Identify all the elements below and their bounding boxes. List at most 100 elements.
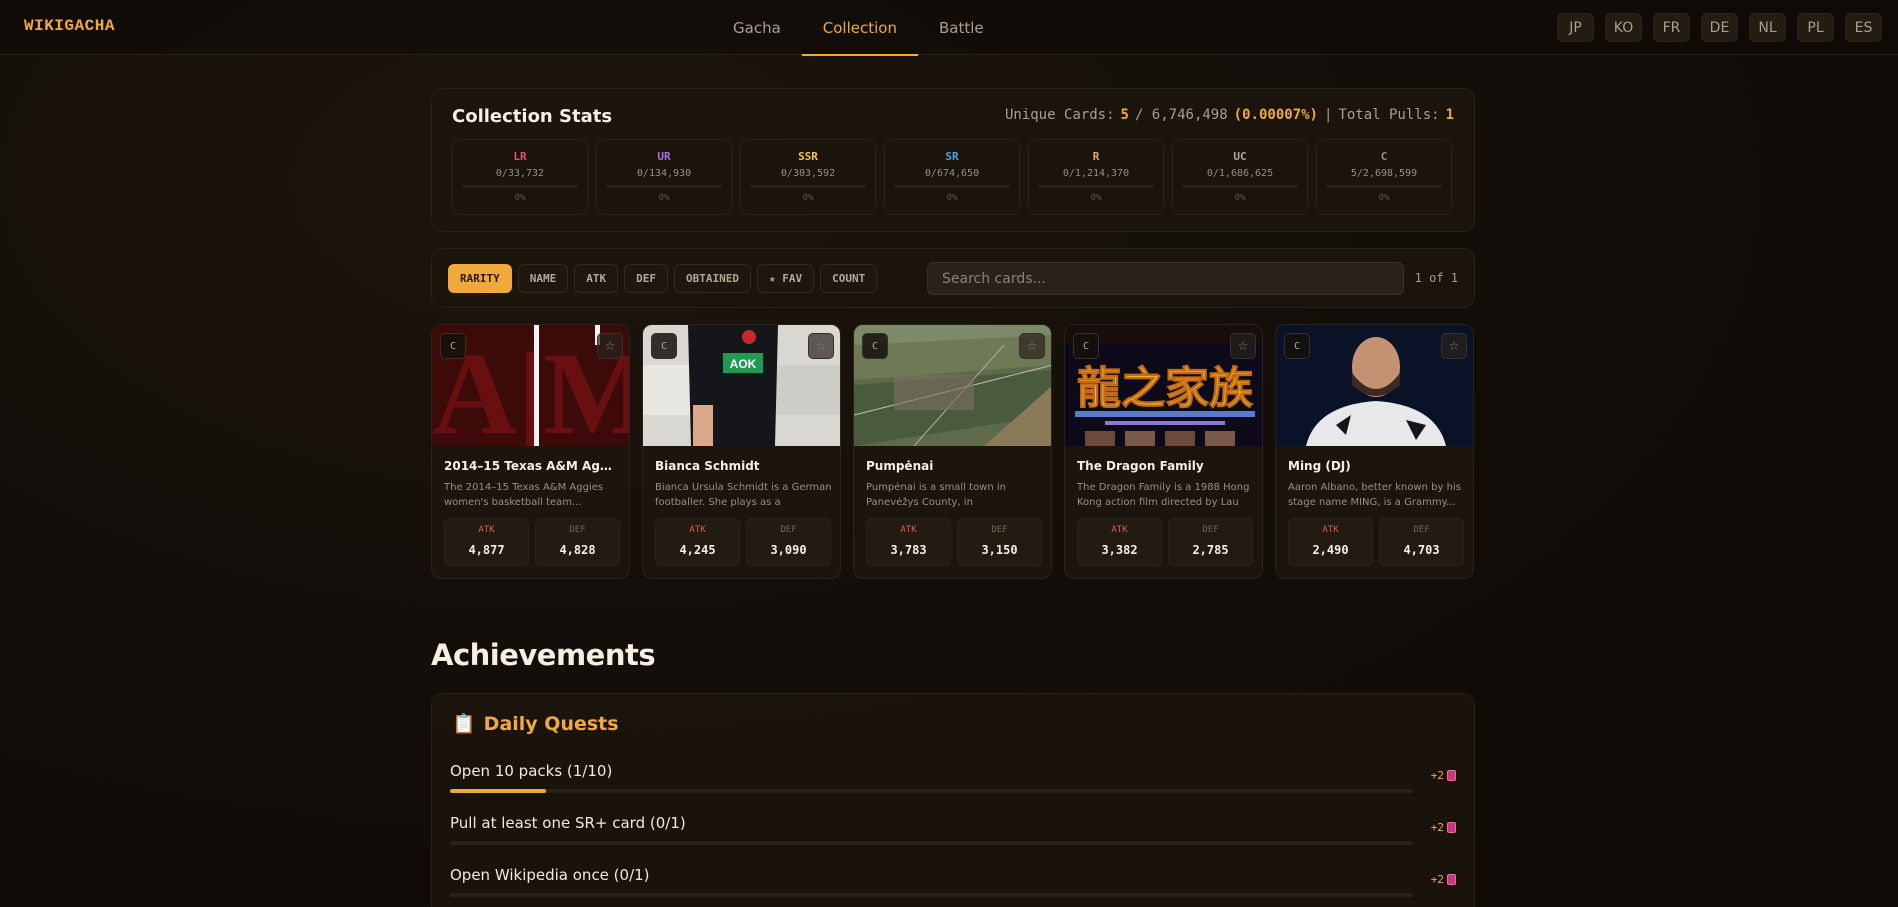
atk-value: 2,490	[1312, 543, 1349, 557]
lang-button-nl[interactable]: NL	[1749, 13, 1786, 42]
unique-owned: 5	[1120, 107, 1129, 123]
sort-atk-button[interactable]: ATK	[574, 264, 619, 293]
achievements-heading: Achievements	[431, 638, 656, 672]
card-image: 龍之家族 C ☆	[1065, 325, 1262, 446]
card-description: The Dragon Family is a 1988 Hong Kong ac…	[1077, 482, 1250, 508]
rarity-box: SR 0/674,650 0%	[884, 139, 1020, 215]
rarity-badge: C	[1284, 333, 1310, 359]
rarity-percent: 0%	[514, 193, 526, 203]
nav-tabs: Gacha Collection Battle	[712, 0, 1005, 56]
rarity-name: SSR	[798, 150, 818, 163]
favorite-star-icon[interactable]: ☆	[597, 333, 623, 359]
tab-battle[interactable]: Battle	[918, 0, 1005, 55]
favorite-star-icon[interactable]: ☆	[1230, 333, 1256, 359]
atk-stat: ATK 4,245	[655, 518, 740, 566]
sort-count-button[interactable]: COUNT	[820, 264, 878, 293]
collection-card[interactable]: C ☆ Pumpėnai Pumpėnai is a small town in…	[853, 324, 1052, 579]
def-label: DEF	[1202, 525, 1219, 535]
card-description: The 2014–15 Texas A&M Aggies women's bas…	[444, 482, 604, 508]
collection-card[interactable]: A|M C ☆ 2014–15 Texas A&M Aggies ... The…	[431, 324, 630, 579]
lang-button-fr[interactable]: FR	[1653, 13, 1690, 42]
atk-label: ATK	[900, 525, 917, 535]
atk-label: ATK	[478, 525, 495, 535]
filter-fav-button[interactable]: ★ FAV	[756, 264, 815, 293]
sort-name-button[interactable]: NAME	[517, 264, 569, 293]
def-stat: DEF 4,703	[1379, 518, 1464, 566]
rarity-progress-bar	[1182, 185, 1298, 188]
lang-button-ko[interactable]: KO	[1605, 13, 1642, 42]
rarity-name: UR	[657, 150, 671, 163]
sort-obtained-button[interactable]: OBTAINED	[674, 264, 751, 293]
atk-stat: ATK 4,877	[444, 518, 529, 566]
rarity-grid: LR 0/33,732 0% UR 0/134,930 0% SSR 0/303…	[452, 139, 1452, 215]
rarity-box: LR 0/33,732 0%	[452, 139, 588, 215]
favorite-star-icon[interactable]: ☆	[808, 333, 834, 359]
rarity-name: UC	[1233, 150, 1247, 163]
collection-card[interactable]: 龍之家族 C ☆ The Dragon Family The Dragon Fa…	[1064, 324, 1263, 579]
atk-value: 4,245	[679, 543, 716, 557]
card-title: Ming (DJ)	[1288, 459, 1351, 473]
favorite-star-icon[interactable]: ☆	[1019, 333, 1045, 359]
clipboard-icon: 📋	[452, 713, 476, 735]
quest-item: Open Wikipedia once (0/1) +2	[450, 866, 1456, 907]
page-info: 1 of 1	[1414, 271, 1458, 285]
rarity-name: C	[1380, 150, 1388, 163]
sort-rarity-button[interactable]: RARITY	[448, 264, 512, 293]
collection-card[interactable]: C ☆ Ming (DJ) Aaron Albano, better known…	[1275, 324, 1474, 579]
favorite-star-icon[interactable]: ☆	[1441, 333, 1467, 359]
lang-button-pl[interactable]: PL	[1797, 13, 1834, 42]
rarity-count: 5/2,698,599	[1350, 168, 1418, 179]
rarity-progress-bar	[462, 185, 578, 188]
quest-progress-bar	[450, 893, 1413, 897]
rarity-badge: C	[651, 333, 677, 359]
card-grid: A|M C ☆ 2014–15 Texas A&M Aggies ... The…	[431, 324, 1474, 579]
quest-reward: +2	[1431, 769, 1456, 782]
sort-def-button[interactable]: DEF	[624, 264, 668, 293]
rarity-count: 0/1,214,370	[1062, 168, 1130, 179]
rarity-count: 0/303,592	[780, 168, 836, 179]
rarity-badge: C	[440, 333, 466, 359]
rarity-name: R	[1092, 150, 1100, 163]
filter-bar: RARITY NAME ATK DEF OBTAINED ★ FAV COUNT…	[431, 248, 1475, 308]
brand-logo[interactable]: WIKIGACHA	[24, 17, 115, 35]
card-description: Aaron Albano, better known by his stage …	[1288, 482, 1461, 508]
ticket-icon	[1447, 874, 1456, 885]
reward-amount: +2	[1430, 769, 1444, 782]
def-value: 3,150	[981, 543, 1018, 557]
tab-gacha[interactable]: Gacha	[712, 0, 802, 55]
def-value: 3,090	[770, 543, 807, 557]
card-description: Pumpėnai is a small town in Panevėžys Co…	[866, 482, 1006, 508]
atk-label: ATK	[1111, 525, 1128, 535]
lang-button-jp[interactable]: JP	[1557, 13, 1594, 42]
quest-reward: +2	[1431, 873, 1456, 886]
def-value: 4,828	[559, 543, 596, 557]
rarity-badge: C	[1073, 333, 1099, 359]
unique-total: / 6,746,498	[1134, 107, 1228, 123]
card-title: The Dragon Family	[1077, 459, 1204, 473]
card-stats: ATK 4,877 DEF 4,828	[444, 518, 620, 566]
rarity-count: 0/1,686,625	[1206, 168, 1274, 179]
unique-percent: (0.00007%)	[1233, 107, 1318, 123]
jersey-sponsor-text: AOK	[730, 357, 757, 371]
rarity-percent: 0%	[946, 193, 958, 203]
lang-button-es[interactable]: ES	[1845, 13, 1882, 42]
rarity-percent: 0%	[802, 193, 814, 203]
stats-title: Collection Stats	[452, 106, 613, 127]
collection-card[interactable]: AOK C ☆ Bianca Schmidt Bianca Ursula Sch…	[642, 324, 841, 579]
quest-reward: +2	[1431, 821, 1456, 834]
rarity-percent: 0%	[1378, 193, 1390, 203]
quest-label: Open 10 packs (1/10)	[450, 762, 613, 780]
sort-buttons: RARITY NAME ATK DEF OBTAINED ★ FAV COUNT	[448, 264, 878, 293]
rarity-progress-bar	[894, 185, 1010, 188]
def-value: 4,703	[1403, 543, 1440, 557]
ticket-icon	[1447, 770, 1456, 781]
tab-collection[interactable]: Collection	[801, 0, 919, 56]
card-title: 2014–15 Texas A&M Aggies ...	[444, 459, 620, 473]
rarity-box: SSR 0/303,592 0%	[740, 139, 876, 215]
search-input[interactable]	[927, 262, 1404, 295]
quest-item: Open 10 packs (1/10) +2	[450, 762, 1456, 806]
card-image: A|M C ☆	[432, 325, 629, 446]
lang-button-de[interactable]: DE	[1701, 13, 1738, 42]
card-title: Bianca Schmidt	[655, 459, 760, 473]
quest-progress-bar	[450, 789, 1413, 793]
